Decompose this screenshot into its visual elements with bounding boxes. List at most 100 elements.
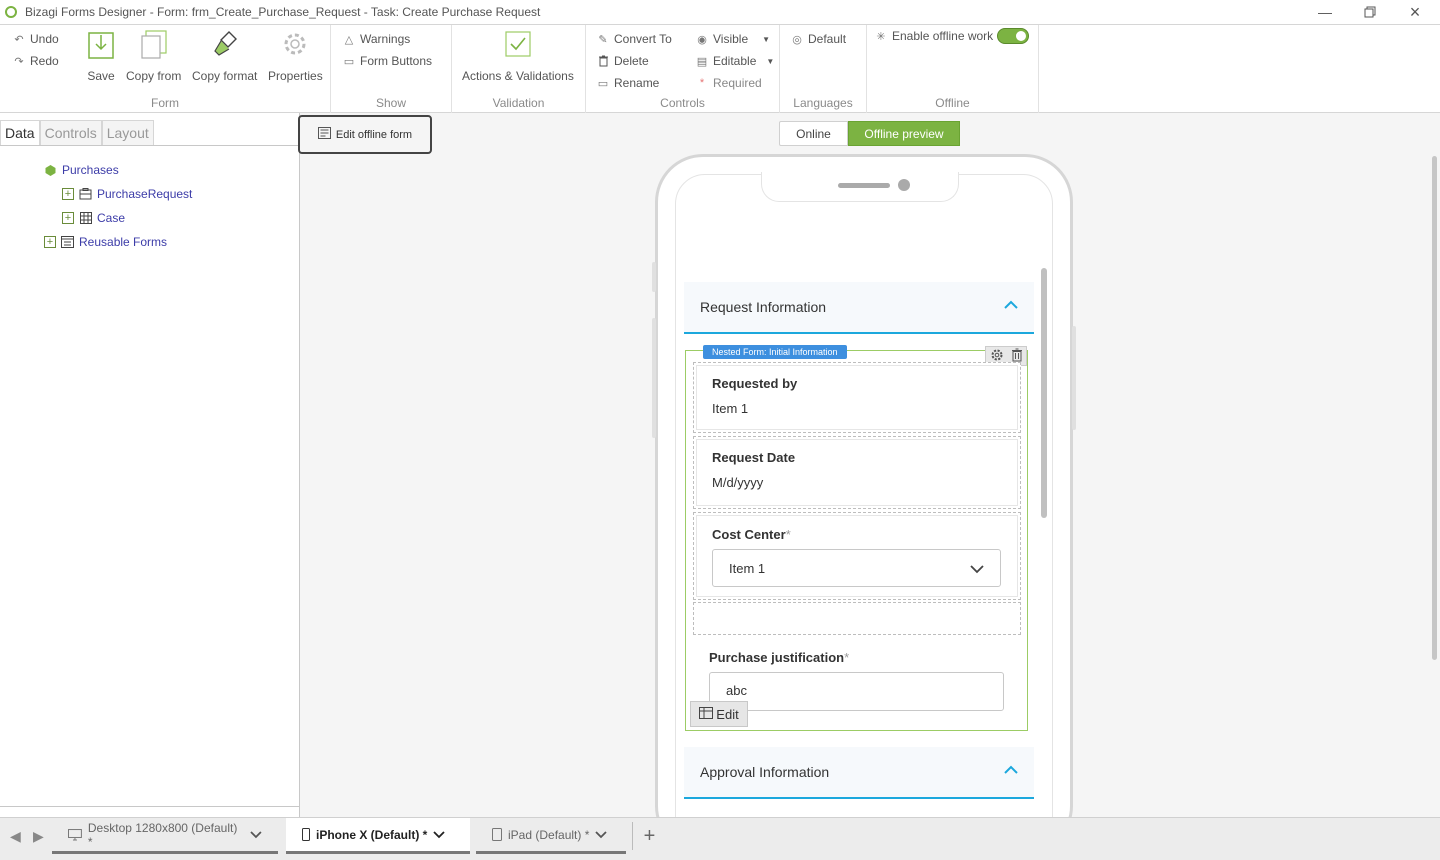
checkmark-icon — [503, 29, 533, 59]
chevron-down-icon[interactable] — [595, 830, 608, 840]
left-panel-bottom-border — [0, 806, 300, 807]
warning-icon: △ — [344, 33, 354, 46]
undo-button[interactable]: ↶ Undo — [12, 32, 58, 46]
section-approval-information[interactable]: Approval Information — [684, 747, 1034, 799]
ribbon: ↶ Undo ↷ Redo Save Copy from Copy format — [0, 24, 1440, 113]
eye-icon: ◉ — [697, 33, 707, 46]
tab-controls[interactable]: Controls — [39, 120, 102, 146]
phone-camera — [898, 179, 910, 191]
editable-button[interactable]: ▤ Editable ▼ — [695, 54, 775, 68]
device-tab-ipad[interactable]: iPad (Default) * — [476, 818, 626, 854]
close-icon[interactable]: × — [1392, 0, 1438, 24]
justification-label: Purchase justification* — [709, 650, 850, 665]
phone-side-button — [652, 318, 656, 438]
save-button[interactable]: Save — [86, 29, 116, 83]
form-buttons-button[interactable]: ▭ Form Buttons — [342, 54, 432, 68]
tab-data[interactable]: Data — [0, 120, 40, 146]
chevron-up-icon[interactable] — [1004, 298, 1018, 312]
save-icon — [86, 29, 116, 59]
entity-table-icon — [79, 188, 92, 200]
warnings-button[interactable]: △ Warnings — [342, 32, 410, 46]
default-language-button[interactable]: ◎ Default — [790, 32, 846, 46]
nested-form-label: Nested Form: Initial Information — [703, 345, 847, 359]
expand-icon[interactable]: + — [44, 236, 56, 248]
dropdown-arrow-icon: ▼ — [762, 34, 771, 44]
validation-group-label: Validation — [492, 96, 545, 110]
languages-group-label: Languages — [793, 96, 853, 110]
visible-button[interactable]: ◉ Visible ▼ — [695, 32, 770, 46]
chevron-down-icon[interactable] — [433, 830, 445, 840]
phone-scrollbar[interactable] — [1041, 268, 1047, 518]
device-tab-desktop[interactable]: Desktop 1280x800 (Default) * — [52, 818, 278, 854]
edit-offline-form-button[interactable]: Edit offline form — [298, 115, 432, 154]
delete-button[interactable]: Delete — [596, 54, 649, 68]
controls-group-label: Controls — [660, 96, 705, 110]
required-button[interactable]: * Required — [695, 76, 762, 90]
offline-group: ✳ Enable offline work Offline — [867, 25, 1039, 113]
copy-from-button[interactable]: Copy from — [126, 29, 181, 83]
grid-icon — [79, 212, 92, 224]
chevron-down-icon — [970, 565, 984, 574]
chevron-down-icon[interactable] — [250, 830, 262, 840]
field-request-date[interactable] — [693, 436, 1021, 509]
forms-icon — [61, 236, 74, 248]
cost-center-label: Cost Center* — [712, 527, 791, 542]
left-panel: Data Controls Layout Purchases + Purchas… — [0, 113, 300, 817]
asterisk-icon: * — [699, 77, 705, 89]
copy-from-icon — [139, 29, 169, 59]
justification-input[interactable]: abc — [709, 672, 1004, 711]
form-group: ↶ Undo ↷ Redo Save Copy from Copy format — [0, 25, 331, 113]
redo-button[interactable]: ↷ Redo — [12, 54, 58, 68]
device-tab-iphone[interactable]: iPhone X (Default) * — [286, 818, 470, 854]
paint-brush-icon — [210, 29, 240, 59]
convert-icon: ✎ — [598, 33, 608, 46]
tabs-divider — [0, 145, 300, 146]
device-tabs-bar: ◀ ▶ Desktop 1280x800 (Default) * iPhone … — [0, 817, 1440, 860]
phone-icon — [302, 828, 310, 841]
restore-icon[interactable] — [1347, 0, 1393, 24]
title-bar: Bizagi Forms Designer - Form: frm_Create… — [0, 0, 1440, 24]
redo-icon: ↷ — [14, 55, 24, 68]
canvas-scrollbar[interactable] — [1432, 156, 1437, 660]
scroll-right-icon[interactable]: ▶ — [33, 828, 44, 845]
convert-to-button[interactable]: ✎ Convert To — [596, 32, 671, 46]
enable-offline-toggle[interactable]: ✳ Enable offline work — [874, 28, 1030, 44]
edit-doc-icon: ▤ — [696, 55, 708, 68]
tree-item-purchases[interactable]: Purchases — [44, 163, 119, 177]
tree-item-reusable-forms[interactable]: + Reusable Forms — [44, 235, 167, 249]
dropdown-arrow-icon: ▼ — [766, 56, 775, 66]
properties-button[interactable]: Properties — [268, 29, 323, 83]
online-mode-button[interactable]: Online — [779, 121, 848, 146]
controls-group: ✎ Convert To Delete ▭ Rename ◉ Visible ▼… — [586, 25, 780, 113]
copy-format-button[interactable]: Copy format — [192, 29, 257, 83]
tree-item-purchaserequest[interactable]: + PurchaseRequest — [62, 187, 192, 201]
offline-preview-button[interactable]: Offline preview — [848, 121, 960, 146]
form-buttons-icon: ▭ — [343, 55, 355, 68]
entity-cube-icon — [44, 164, 57, 176]
field-requested-by[interactable] — [693, 362, 1021, 433]
form-edit-icon — [317, 127, 331, 142]
toggle-switch[interactable] — [997, 28, 1030, 44]
requested-by-label: Requested by — [712, 376, 798, 391]
left-tabs: Data Controls Layout — [0, 120, 154, 146]
expand-icon[interactable]: + — [62, 212, 74, 224]
trash-icon — [596, 55, 610, 67]
edit-nested-form-button[interactable]: Edit — [690, 701, 748, 727]
required-asterisk: * — [844, 650, 850, 665]
table-edit-icon — [699, 706, 714, 722]
rename-button[interactable]: ▭ Rename — [596, 76, 660, 90]
scroll-left-icon[interactable]: ◀ — [10, 828, 21, 845]
bizagi-logo-icon — [5, 6, 17, 18]
actions-validations-button[interactable]: Actions & Validations — [462, 29, 574, 83]
tab-layout[interactable]: Layout — [101, 120, 154, 146]
expand-icon[interactable]: + — [62, 188, 74, 200]
section-request-information[interactable]: Request Information — [684, 282, 1034, 334]
chevron-up-icon[interactable] — [1004, 763, 1018, 777]
offline-icon: ✳ — [876, 30, 886, 43]
minimize-icon[interactable]: — — [1302, 0, 1348, 24]
empty-placeholder-row[interactable] — [693, 602, 1021, 635]
tree-item-case[interactable]: + Case — [62, 211, 125, 225]
validation-group: Actions & Validations Validation — [452, 25, 586, 113]
cost-center-dropdown[interactable]: Item 1 — [712, 549, 1001, 587]
add-device-button[interactable]: + — [632, 822, 666, 850]
